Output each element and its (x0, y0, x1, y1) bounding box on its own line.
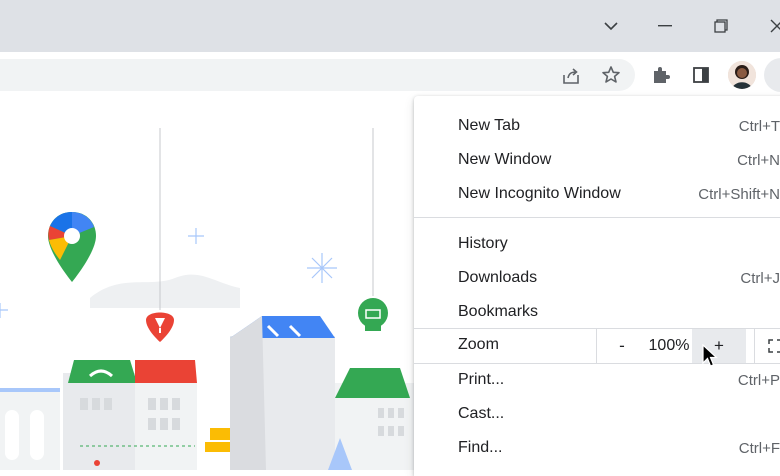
menu-item-label: History (458, 235, 508, 252)
chevron-down-icon[interactable] (594, 10, 628, 42)
maps-pin-icon (48, 212, 96, 282)
zoom-in-button[interactable]: + (692, 329, 746, 363)
menu-item-label: Downloads (458, 269, 538, 286)
menu-item-history[interactable]: History (414, 227, 780, 261)
menu-item-shortcut: Ctrl+N (737, 151, 780, 169)
restore-icon[interactable] (704, 10, 738, 42)
side-panel-icon[interactable] (689, 63, 713, 87)
menu-item-label: New Window (458, 151, 552, 168)
menu-item-new-window[interactable]: New Window Ctrl+N (414, 143, 780, 177)
chrome-menu: New Tab Ctrl+T New Window Ctrl+N New Inc… (414, 96, 780, 476)
menu-item-shortcut: Ctrl+T (738, 117, 780, 135)
star-icon[interactable] (599, 63, 623, 87)
extensions-icon[interactable] (649, 63, 673, 87)
zoom-row: Zoom - 100% + (414, 328, 780, 364)
zoom-label: Zoom (458, 336, 499, 353)
menu-item-cast[interactable]: Cast... (414, 397, 780, 431)
menu-item-shortcut: Ctrl+F (738, 439, 780, 457)
menu-item-print[interactable]: Print... Ctrl+P (414, 363, 780, 397)
minimize-icon[interactable] (648, 10, 682, 42)
zoom-level: 100% (648, 337, 690, 354)
menu-item-shortcut: Ctrl+P (737, 371, 780, 389)
menu-item-new-tab[interactable]: New Tab Ctrl+T (414, 109, 780, 143)
menu-item-label: Print... (458, 371, 505, 388)
close-icon[interactable] (760, 10, 780, 42)
share-icon[interactable] (559, 64, 583, 88)
fullscreen-icon[interactable] (754, 329, 780, 363)
menu-separator (414, 217, 780, 218)
menu-item-find[interactable]: Find... Ctrl+F (414, 431, 780, 465)
menu-item-shortcut: Ctrl+Shift+N (698, 185, 780, 203)
menu-item-label: Find... (458, 439, 503, 456)
menu-item-downloads[interactable]: Downloads Ctrl+J (414, 261, 780, 295)
menu-item-label: Cast... (458, 405, 505, 422)
profile-avatar[interactable] (728, 61, 756, 89)
title-bar (0, 0, 780, 52)
zoom-out-button[interactable]: - (596, 329, 647, 363)
menu-item-label: New Incognito Window (458, 185, 621, 202)
menu-item-label: Bookmarks (458, 303, 539, 320)
mouse-cursor-icon (702, 343, 719, 373)
menu-item-label: New Tab (458, 117, 520, 134)
address-bar[interactable] (0, 59, 635, 91)
menu-item-shortcut: Ctrl+J (740, 269, 780, 287)
menu-item-new-incognito-window[interactable]: New Incognito Window Ctrl+Shift+N (414, 177, 780, 211)
menu-item-bookmarks[interactable]: Bookmarks (414, 295, 780, 329)
